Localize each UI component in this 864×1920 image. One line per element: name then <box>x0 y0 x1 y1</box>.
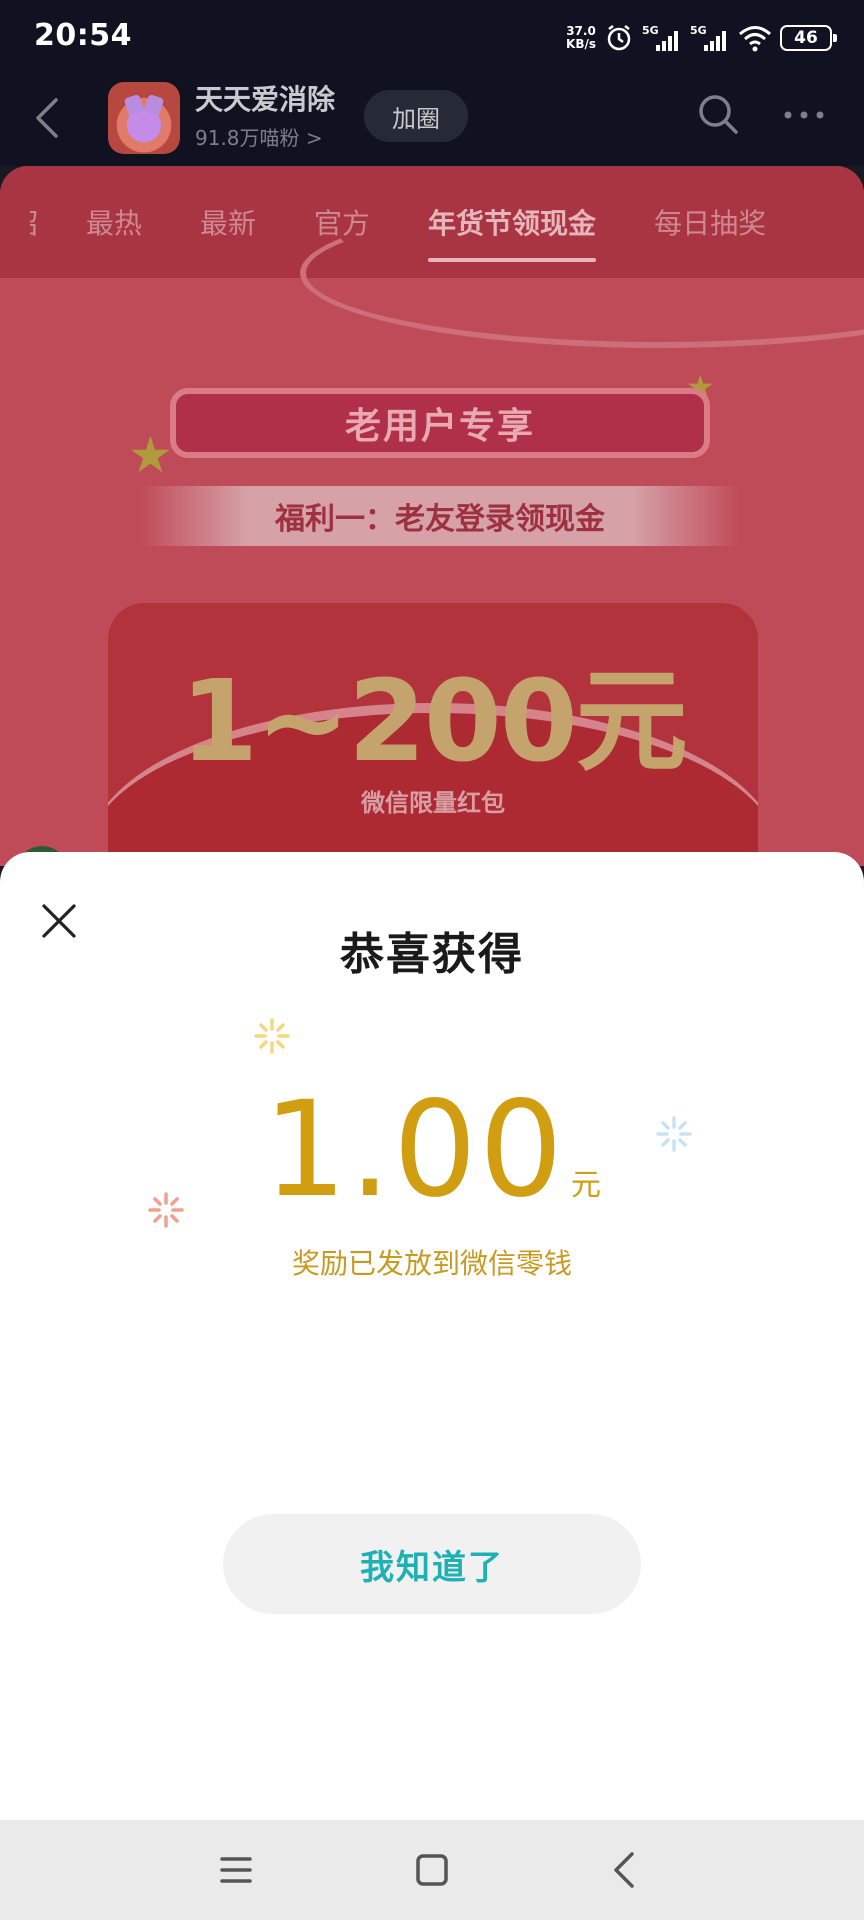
menu-icon[interactable] <box>214 1848 258 1892</box>
app-name[interactable]: 天天爱消除 <box>195 78 335 118</box>
svg-text:5G: 5G <box>642 24 659 37</box>
reward-amount-unit: 元 <box>570 1168 601 1203</box>
red-packet-subtitle: 微信限量红包 <box>361 789 505 817</box>
tab-hot[interactable]: 最热 <box>86 166 142 278</box>
back-arrow-icon[interactable] <box>30 96 66 140</box>
confirm-button[interactable]: 我知道了 <box>223 1514 641 1614</box>
fans-count[interactable]: 91.8万喵粉 > <box>195 122 323 151</box>
sparkle-icon-yellow <box>254 1018 290 1054</box>
app-avatar[interactable] <box>108 82 180 154</box>
promo-banner: ★ ★ 老用户专享 福利一：老友登录领现金 1~200元 微信限量红包 <box>0 198 864 866</box>
benefit-label: 福利一：老友登录领现金 <box>140 486 740 546</box>
status-bar: 20:54 37.0 KB/s 5G 5G 46 <box>0 0 864 76</box>
red-packet-card[interactable]: 1~200元 微信限量红包 <box>108 603 758 866</box>
search-icon[interactable] <box>696 92 740 136</box>
status-time: 20:54 <box>34 18 132 53</box>
reward-amount: 1.00 元 <box>0 1084 864 1216</box>
more-options-icon[interactable] <box>782 100 826 130</box>
svg-text:5G: 5G <box>690 24 707 37</box>
tab-partial[interactable]: 召 <box>30 166 40 278</box>
alarm-icon <box>607 25 631 51</box>
old-user-title: 老用户专享 <box>170 388 710 458</box>
signal-5g-icon-2: 5G <box>690 24 726 51</box>
reward-note: 奖励已发放到微信零钱 <box>291 1247 572 1280</box>
system-nav-bar <box>0 1820 864 1920</box>
background-page: 召 最热 最新 官方 年货节领现金 每日抽奖 ★ ★ 老用户专享 福利一：老友登… <box>0 166 864 866</box>
reward-amount-value: 1.00 <box>263 1073 565 1227</box>
join-circle-button[interactable]: 加圈 <box>364 90 468 142</box>
tab-latest[interactable]: 最新 <box>200 166 256 278</box>
modal-title: 恭喜获得 <box>340 929 524 980</box>
network-speed: 37.0 KB/s <box>566 24 596 51</box>
home-icon[interactable] <box>410 1848 454 1892</box>
signal-5g-icon: 5G <box>642 24 678 51</box>
status-icons: 37.0 KB/s 5G 5G 46 <box>566 20 837 56</box>
battery-indicator: 46 <box>780 25 837 51</box>
star-icon: ★ <box>128 426 173 484</box>
red-packet-amount: 1~200元 <box>180 657 688 787</box>
wifi-icon <box>739 26 771 52</box>
app-header: 天天爱消除 91.8万喵粉 > 加圈 <box>0 76 864 166</box>
reward-modal: 恭喜获得 1.00 元 奖励已发放到微信零钱 我知道了 <box>0 852 864 1820</box>
back-nav-icon[interactable] <box>604 1848 648 1892</box>
